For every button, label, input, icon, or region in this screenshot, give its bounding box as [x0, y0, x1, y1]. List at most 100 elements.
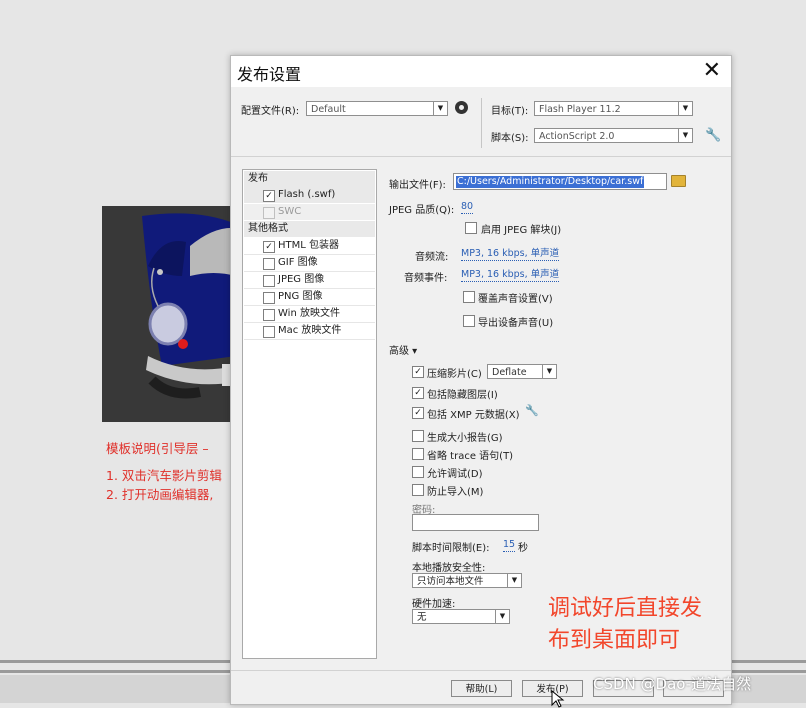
profile-select-value: Default: [311, 104, 346, 115]
compress-select-value: Deflate: [492, 367, 527, 378]
gear-icon[interactable]: [455, 101, 468, 114]
profile-label: 配置文件(R):: [241, 106, 300, 117]
script-select[interactable]: ActionScript 2.0 ▼: [534, 128, 693, 143]
enable-jpeg-checkbox[interactable]: [465, 222, 477, 234]
annotation-line-1: 调试好后直接发: [548, 596, 703, 621]
target-select[interactable]: Flash Player 11.2 ▼: [534, 101, 693, 116]
flash-checkbox[interactable]: ✓: [263, 190, 275, 202]
format-item-mac[interactable]: Mac 放映文件: [244, 323, 375, 339]
profile-select[interactable]: Default ▼: [306, 101, 448, 116]
format-item-html[interactable]: ✓ HTML 包装器: [244, 238, 375, 254]
annotation-line-2: 布到桌面即可: [548, 628, 681, 653]
help-button[interactable]: 帮助(L): [451, 680, 512, 697]
list-divider: [244, 339, 375, 340]
format-item-png[interactable]: PNG 图像: [244, 289, 375, 305]
html-checkbox[interactable]: ✓: [263, 241, 275, 253]
format-item-flash[interactable]: ✓ Flash (.swf): [244, 187, 375, 203]
format-item-win[interactable]: Win 放映文件: [244, 306, 375, 322]
win-checkbox[interactable]: [263, 309, 275, 321]
local-security-select-value: 只访问本地文件: [417, 576, 484, 587]
folder-icon[interactable]: [671, 175, 686, 187]
target-label: 目标(T):: [491, 106, 529, 117]
omit-trace-label: 省略 trace 语句(T): [427, 451, 514, 462]
instruction-step-1: 1. 双击汽车影片剪辑: [106, 468, 222, 483]
audio-event-label: 音频事件:: [404, 273, 448, 284]
swc-checkbox[interactable]: [263, 207, 275, 219]
chevron-down-icon: ▼: [678, 129, 692, 142]
output-file-input[interactable]: C:/Users/Administrator/Desktop/car.swf: [453, 173, 667, 190]
chevron-down-icon: ▼: [495, 610, 509, 623]
script-time-value[interactable]: 15: [503, 539, 516, 552]
chevron-down-icon: ▼: [433, 102, 447, 115]
format-item-gif-label: GIF 图像: [278, 257, 318, 268]
script-label: 脚本(S):: [491, 133, 529, 144]
format-item-swc-label: SWC: [278, 206, 302, 217]
template-note: 模板说明(引导层 –: [106, 441, 209, 456]
png-checkbox[interactable]: [263, 292, 275, 304]
gif-checkbox[interactable]: [263, 258, 275, 270]
compress-checkbox[interactable]: ✓: [412, 366, 424, 378]
compress-select[interactable]: Deflate ▼: [487, 364, 557, 379]
wrench-icon[interactable]: 🔧: [705, 128, 721, 143]
target-select-value: Flash Player 11.2: [539, 104, 621, 115]
include-hidden-label: 包括隐藏图层(I): [427, 390, 498, 401]
hw-accel-label: 硬件加速:: [412, 599, 456, 610]
local-security-select[interactable]: 只访问本地文件 ▼: [412, 573, 522, 588]
format-list-panel: 发布 ✓ Flash (.swf) SWC 其他格式 ✓ HTML 包装器 GI…: [242, 169, 377, 659]
export-device-sound-checkbox[interactable]: [463, 315, 475, 327]
dialog-title: 发布设置: [237, 65, 302, 84]
size-report-checkbox[interactable]: [412, 430, 424, 442]
hw-accel-select-value: 无: [417, 612, 427, 623]
jpeg-quality-value[interactable]: 80: [461, 201, 474, 214]
format-item-jpeg[interactable]: JPEG 图像: [244, 272, 375, 288]
omit-trace-checkbox[interactable]: [412, 448, 424, 460]
export-device-sound-label: 导出设备声音(U): [478, 318, 554, 329]
close-icon[interactable]: ✕: [703, 58, 721, 83]
chevron-down-icon: ▼: [678, 102, 692, 115]
audio-event-value[interactable]: MP3, 16 kbps, 单声道: [461, 269, 560, 282]
override-sound-checkbox[interactable]: [463, 291, 475, 303]
script-select-value: ActionScript 2.0: [539, 131, 615, 142]
car-illustration: [102, 206, 236, 422]
format-item-mac-label: Mac 放映文件: [278, 325, 342, 336]
compress-label: 压缩影片(C): [427, 369, 482, 380]
dialog-titlebar: 发布设置 ✕: [231, 56, 731, 87]
hw-accel-select[interactable]: 无 ▼: [412, 609, 510, 624]
other-formats-header: 其他格式: [244, 221, 375, 237]
include-xmp-label: 包括 XMP 元数据(X): [427, 410, 520, 421]
footer-separator: [231, 670, 731, 671]
override-sound-label: 覆盖声音设置(V): [478, 294, 553, 305]
script-time-unit: 秒: [518, 543, 528, 554]
include-hidden-checkbox[interactable]: ✓: [412, 387, 424, 399]
include-xmp-checkbox[interactable]: ✓: [412, 407, 424, 419]
format-item-swc[interactable]: SWC: [244, 204, 375, 220]
format-item-flash-label: Flash (.swf): [278, 189, 336, 200]
mac-checkbox[interactable]: [263, 326, 275, 338]
wrench-icon[interactable]: 🔧: [525, 404, 539, 417]
protect-import-checkbox[interactable]: [412, 484, 424, 496]
audio-stream-value[interactable]: MP3, 16 kbps, 单声道: [461, 248, 560, 261]
csdn-watermark: CSDN @Dao-道法自然: [593, 675, 752, 693]
format-item-win-label: Win 放映文件: [278, 308, 340, 319]
protect-import-label: 防止导入(M): [427, 487, 484, 498]
header-separator: [231, 156, 731, 157]
format-item-gif[interactable]: GIF 图像: [244, 255, 375, 271]
output-file-label: 输出文件(F):: [389, 180, 446, 191]
enable-jpeg-label: 启用 JPEG 解块(J): [481, 225, 562, 236]
output-file-value: C:/Users/Administrator/Desktop/car.swf: [456, 176, 645, 188]
format-item-jpeg-label: JPEG 图像: [278, 274, 325, 285]
jpeg-checkbox[interactable]: [263, 275, 275, 287]
instruction-step-2: 2. 打开动画编辑器,: [106, 487, 214, 502]
local-security-label: 本地播放安全性:: [412, 563, 486, 574]
advanced-toggle[interactable]: 高级 ▾: [389, 342, 417, 357]
chevron-down-icon: ▼: [507, 574, 521, 587]
password-input[interactable]: [412, 514, 539, 531]
script-time-label: 脚本时间限制(E):: [412, 543, 490, 554]
publish-section-header: 发布: [244, 171, 375, 187]
permit-debug-checkbox[interactable]: [412, 466, 424, 478]
car-image[interactable]: [102, 206, 236, 422]
jpeg-quality-label: JPEG 品质(Q):: [389, 205, 455, 216]
audio-stream-label: 音频流:: [415, 252, 449, 263]
toolbar-divider: [481, 98, 482, 148]
size-report-label: 生成大小报告(G): [427, 433, 503, 444]
